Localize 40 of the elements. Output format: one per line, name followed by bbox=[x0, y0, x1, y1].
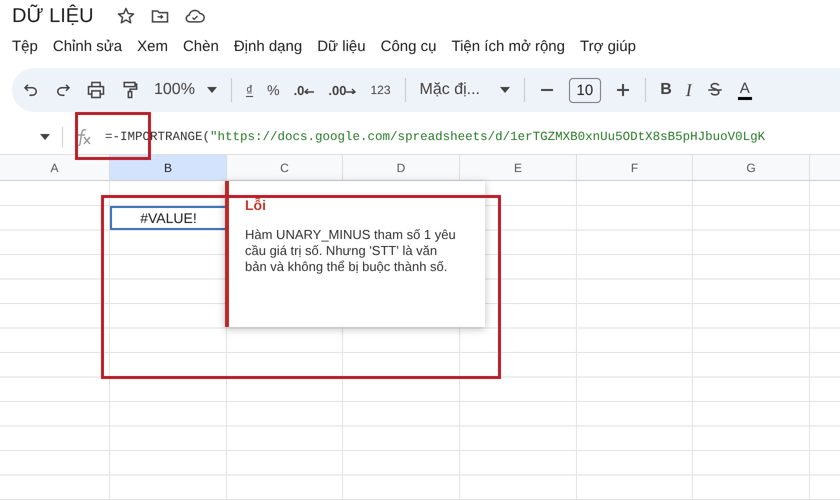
font-size-field[interactable]: 10 bbox=[568, 78, 602, 102]
error-message: Hàm UNARY_MINUS tham số 1 yêu cầu giá trị số. Nhưng 'STT' là văn bản và không thể bị buộc thành số. bbox=[245, 227, 457, 275]
column-header[interactable]: E bbox=[460, 155, 577, 181]
percent-button[interactable]: % bbox=[267, 82, 280, 98]
bold-button[interactable]: B bbox=[660, 81, 672, 99]
menu-item[interactable]: Chỉnh sửa bbox=[52, 38, 122, 54]
zoom-dropdown[interactable]: 100% bbox=[154, 81, 217, 99]
caret-icon bbox=[500, 87, 510, 93]
column-header[interactable]: C bbox=[227, 155, 343, 181]
menu-item[interactable]: Tệp bbox=[12, 38, 38, 54]
column-header[interactable]: F bbox=[577, 155, 693, 181]
column-header[interactable]: B bbox=[110, 155, 227, 181]
currency-button[interactable]: ₫ bbox=[246, 82, 254, 98]
menu-item[interactable]: Tiện ích mở rộng bbox=[451, 38, 565, 54]
caret-icon[interactable] bbox=[40, 134, 50, 140]
star-icon[interactable] bbox=[116, 6, 136, 26]
number-format-button[interactable]: 123 bbox=[370, 83, 391, 97]
font-dropdown[interactable]: Mặc đị... bbox=[420, 81, 510, 99]
menu-item[interactable]: Dữ liệu bbox=[317, 38, 366, 54]
plus-icon[interactable] bbox=[615, 82, 632, 98]
table-cell[interactable]: #VALUE! bbox=[110, 206, 227, 230]
menu-item[interactable]: Công cụ bbox=[380, 38, 436, 54]
caret-icon bbox=[206, 87, 217, 93]
menu-item[interactable]: Trợ giúp bbox=[580, 38, 636, 54]
menu-item[interactable]: Định dạng bbox=[234, 38, 302, 54]
increase-decimals-button[interactable]: .00 bbox=[328, 82, 356, 98]
error-title: Lỗi bbox=[245, 197, 267, 213]
arrow-icon bbox=[346, 86, 356, 94]
print-icon[interactable] bbox=[86, 80, 106, 100]
menu-item[interactable]: Chèn bbox=[182, 38, 219, 54]
column-header[interactable]: A bbox=[0, 155, 110, 181]
function-icon bbox=[75, 128, 93, 146]
document-title[interactable]: DỮ LIỆU bbox=[12, 4, 94, 28]
arrow-icon bbox=[304, 86, 314, 94]
text-color-button[interactable]: A bbox=[738, 80, 752, 100]
menu-item[interactable]: Xem bbox=[137, 38, 168, 54]
column-header[interactable]: G bbox=[693, 155, 810, 181]
italic-button[interactable]: I bbox=[686, 80, 692, 100]
column-header[interactable]: D bbox=[343, 155, 460, 181]
decrease-decimals-button[interactable]: .0 bbox=[294, 82, 314, 98]
